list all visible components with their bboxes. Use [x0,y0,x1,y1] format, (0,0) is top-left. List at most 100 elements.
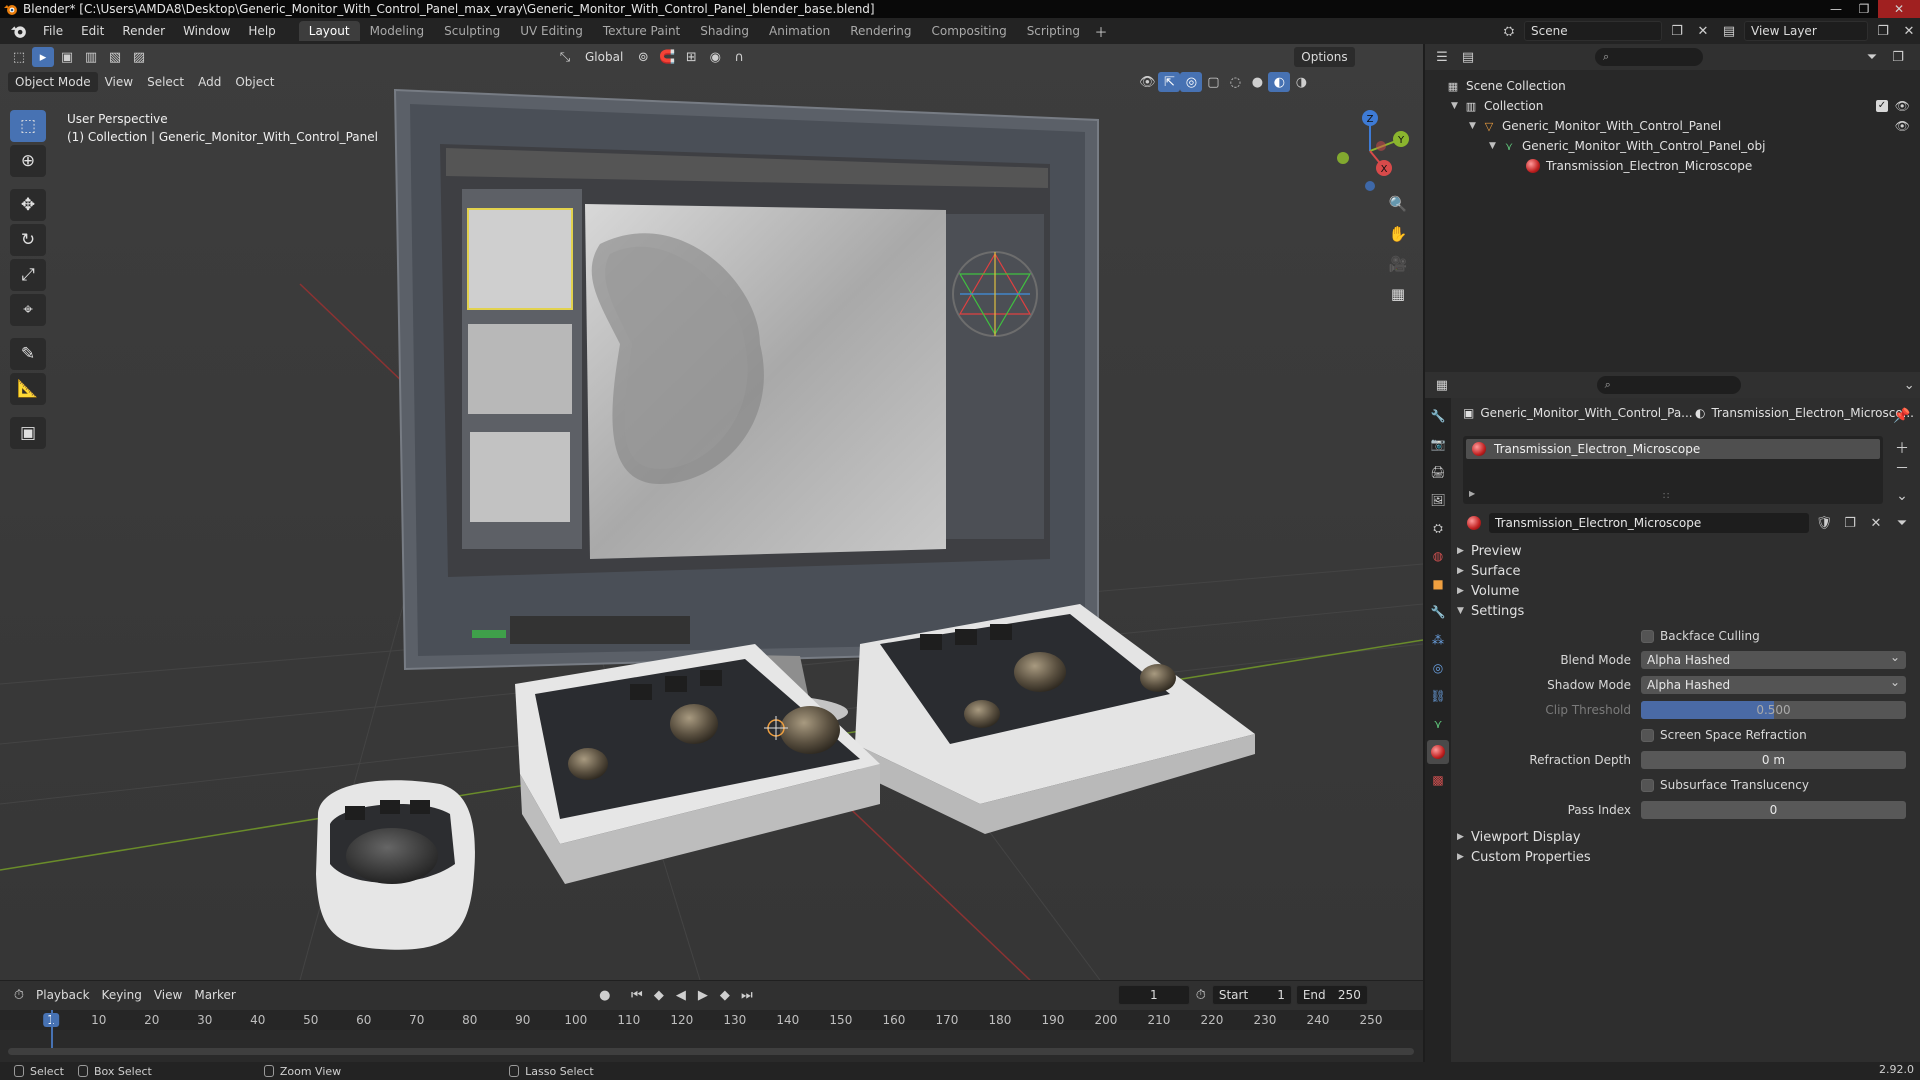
constraints-tab-icon[interactable]: ⛓ [1427,684,1449,708]
next-keyframe-icon[interactable]: ◆ [714,985,736,1005]
visibility-icon[interactable]: 👁 [1136,72,1158,92]
proportional-falloff-icon[interactable]: ∩ [728,47,750,67]
select-box-subtract-icon[interactable]: ▧ [104,47,126,67]
play-reverse-icon[interactable]: ◀ [670,985,692,1005]
outliner-row-generic-monitor-obj[interactable]: ▼ ⋎ Generic_Monitor_With_Control_Panel_o… [1425,136,1920,156]
new-view-layer-icon[interactable]: ❐ [1872,21,1894,41]
menu-keying[interactable]: Keying [96,985,148,1005]
gizmo-neg-x-handle[interactable] [1376,141,1386,151]
panel-volume[interactable]: ▶ Volume [1457,580,1519,602]
add-workspace-icon[interactable]: ＋ [1090,21,1112,41]
tab-scripting[interactable]: Scripting [1017,21,1090,41]
output-tab-icon[interactable]: 🖨 [1427,460,1449,484]
expand-arrow-icon[interactable]: ▼ [1469,121,1481,131]
outliner-row-generic-monitor[interactable]: ▼ ▽ Generic_Monitor_With_Control_Panel 👁 [1425,116,1920,136]
remove-slot-icon[interactable]: － [1891,458,1913,478]
play-icon[interactable]: ▶ [692,985,714,1005]
menu-object[interactable]: Object [228,72,281,92]
transform-orientation-dropdown[interactable]: Global [578,47,630,67]
list-resize-handle-icon[interactable]: ∷ [1663,491,1669,502]
select-mode-tweak-icon[interactable]: ▸ [32,47,54,67]
scene-icon[interactable]: ⛭ [1498,21,1520,41]
cursor-tool-icon[interactable]: ⊕ [10,145,46,177]
scale-tool-icon[interactable]: ⤢ [10,259,46,291]
menu-timeline-view[interactable]: View [148,985,188,1005]
tab-texture-paint[interactable]: Texture Paint [593,21,690,41]
tab-compositing[interactable]: Compositing [921,21,1016,41]
menu-help[interactable]: Help [239,18,284,44]
tab-modeling[interactable]: Modeling [360,21,435,41]
ortho-grid-icon[interactable]: ▦ [1384,282,1412,306]
tab-layout[interactable]: Layout [298,21,360,41]
properties-options-icon[interactable]: ⌄ [1898,375,1920,395]
options-dropdown[interactable]: Options [1294,47,1355,67]
navigation-gizmo[interactable]: Z Y X [1325,106,1415,196]
prev-keyframe-icon[interactable]: ◆ [648,985,670,1005]
3d-viewport[interactable]: ⬚ ▸ ▣ ▥ ▧ ▨ ⤡ Global ⊚ 🧲 ⊞ ◉ ∩ Options O… [0,44,1423,980]
list-expand-icon[interactable]: ▶ [1469,489,1475,498]
delete-scene-icon[interactable]: ✕ [1692,21,1714,41]
new-collection-icon[interactable]: ❐ [1887,47,1909,67]
tab-uv-editing[interactable]: UV Editing [510,21,593,41]
outliner-row-collection[interactable]: ▼ ▥ Collection ✓ 👁 [1425,96,1920,116]
camera-view-icon[interactable]: 🎥 [1384,252,1412,276]
timeline-track[interactable] [0,1010,1423,1063]
annotate-tool-icon[interactable]: ✎ [10,338,46,370]
gizmo-neg-y-handle[interactable] [1337,152,1349,164]
modifier-tab-icon[interactable]: 🔧 [1427,600,1449,624]
browse-material-icon[interactable] [1463,513,1485,533]
close-icon[interactable]: ✕ [1878,0,1920,18]
tab-animation[interactable]: Animation [759,21,840,41]
tab-sculpting[interactable]: Sculpting [434,21,510,41]
view-layer-field[interactable]: View Layer [1744,21,1868,41]
properties-search-input[interactable]: ⌕ [1596,376,1741,394]
menu-file[interactable]: File [34,18,72,44]
zoom-icon[interactable]: 🔍 [1384,192,1412,216]
panel-viewport-display[interactable]: ▶ Viewport Display [1457,826,1581,848]
menu-select[interactable]: Select [140,72,191,92]
exclude-checkbox[interactable]: ✓ [1876,100,1888,112]
outliner-search-input[interactable]: ⌕ [1595,48,1703,66]
jump-start-icon[interactable]: ⏮ [626,985,648,1005]
scene-field[interactable]: Scene [1524,21,1662,41]
menu-marker[interactable]: Marker [188,985,241,1005]
ssr-checkbox[interactable] [1641,728,1654,742]
physics-tab-icon[interactable]: ◎ [1427,656,1449,680]
add-cube-tool-icon[interactable]: ▣ [10,417,46,449]
shading-material-icon[interactable]: ◐ [1268,72,1291,92]
panel-preview[interactable]: ▶ Preview [1457,540,1522,562]
fake-user-icon[interactable]: 🛡 [1813,513,1835,533]
select-box-invert-icon[interactable]: ▨ [128,47,150,67]
properties-editor-type-icon[interactable]: ▦ [1431,375,1453,395]
outliner-row-scene-collection[interactable]: ▦ Scene Collection [1425,76,1920,96]
menu-playback[interactable]: Playback [30,985,96,1005]
xray-toggle-icon[interactable]: ▢ [1202,72,1224,92]
object-mode-dropdown[interactable]: Object Mode [8,72,98,92]
blender-menu-icon[interactable] [8,23,30,39]
shading-wireframe-icon[interactable]: ◌ [1224,72,1246,92]
texture-tab-icon[interactable]: ▩ [1427,768,1449,792]
world-tab-icon[interactable]: ◍ [1427,544,1449,568]
unlink-material-icon[interactable]: ✕ [1865,513,1887,533]
gizmo-neg-z-handle[interactable] [1365,181,1375,191]
select-box-extend-icon[interactable]: ▥ [80,47,102,67]
snap-target-icon[interactable]: ⊞ [680,47,702,67]
timeline-ruler[interactable]: 1102030405060708090100110120130140150160… [0,1010,1423,1030]
menu-window[interactable]: Window [174,18,239,44]
data-tab-icon[interactable]: ⋎ [1427,712,1449,736]
tool-tab-icon[interactable]: 🔧 [1427,404,1449,428]
rotate-tool-icon[interactable]: ↻ [10,224,46,256]
timeline-scrollbar[interactable] [8,1048,1414,1055]
clip-threshold-slider[interactable]: 0.500 [1641,701,1906,719]
filter-icon[interactable]: ⏷ [1861,47,1883,67]
select-tool-icon[interactable]: ⬚ [10,110,46,142]
start-frame-field[interactable]: Start 1 [1211,985,1292,1005]
material-slot[interactable]: Transmission_Electron_Microscope [1466,439,1880,459]
move-tool-icon[interactable]: ✥ [10,189,46,221]
sss-checkbox[interactable] [1641,778,1654,792]
minimize-icon[interactable]: — [1822,0,1850,18]
expand-arrow-icon[interactable]: ▼ [1489,141,1501,151]
timeline-editor-type-icon[interactable]: ⏱ [8,985,30,1005]
shading-solid-icon[interactable]: ● [1246,72,1268,92]
record-icon[interactable]: ● [594,985,616,1005]
